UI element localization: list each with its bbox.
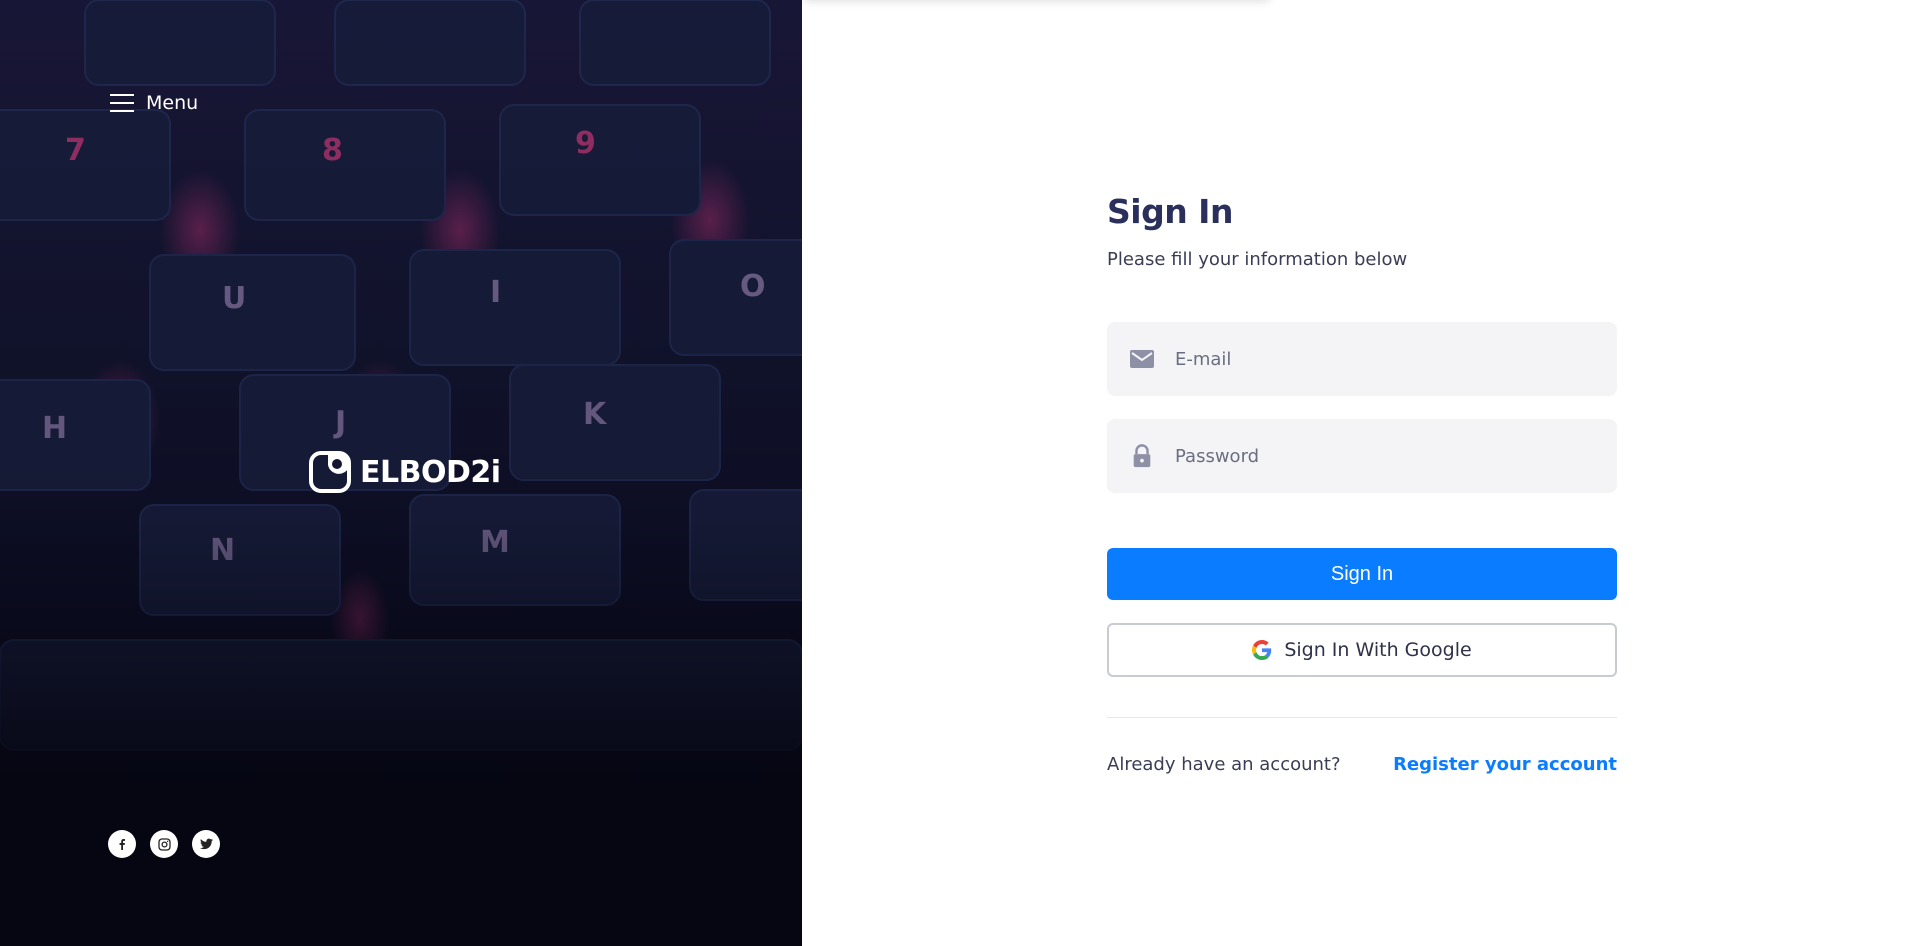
logo-icon: [309, 451, 351, 493]
twitter-icon: [199, 838, 213, 850]
twitter-link[interactable]: [192, 830, 220, 858]
page-subtitle: Please fill your information below: [1107, 249, 1408, 270]
mail-icon: [1130, 350, 1154, 368]
brand-name: ELBOD2i: [360, 454, 501, 490]
google-sign-in-button[interactable]: Sign In With Google: [1107, 623, 1617, 677]
instagram-icon: [157, 837, 171, 851]
google-button-label: Sign In With Google: [1284, 639, 1472, 661]
register-row: Already have an account? Register your a…: [1107, 754, 1617, 775]
sign-in-button[interactable]: Sign In: [1107, 548, 1617, 600]
menu-label: Menu: [146, 92, 199, 114]
instagram-link[interactable]: [150, 830, 178, 858]
google-icon: [1252, 640, 1272, 660]
email-input[interactable]: [1107, 322, 1617, 396]
facebook-link[interactable]: [108, 830, 136, 858]
password-input[interactable]: [1107, 419, 1617, 493]
lock-icon: [1133, 444, 1151, 468]
hamburger-icon: [110, 94, 134, 112]
facebook-icon: [119, 839, 125, 850]
already-have-account-text: Already have an account?: [1107, 754, 1341, 775]
social-links: [108, 830, 220, 858]
password-field: [1107, 419, 1617, 493]
sign-in-form: Sign In Please fill your information bel…: [1107, 192, 1617, 775]
email-field: [1107, 322, 1617, 396]
brand-logo: ELBOD2i: [308, 450, 501, 494]
hero-panel: 7 8 9 U I O H J K N M Menu: [0, 0, 802, 946]
page-title: Sign In: [1107, 192, 1233, 231]
sign-in-page: 7 8 9 U I O H J K N M Menu: [0, 0, 1921, 946]
register-link[interactable]: Register your account: [1393, 754, 1617, 775]
divider: [1107, 717, 1617, 718]
menu-button[interactable]: Menu: [110, 92, 198, 114]
